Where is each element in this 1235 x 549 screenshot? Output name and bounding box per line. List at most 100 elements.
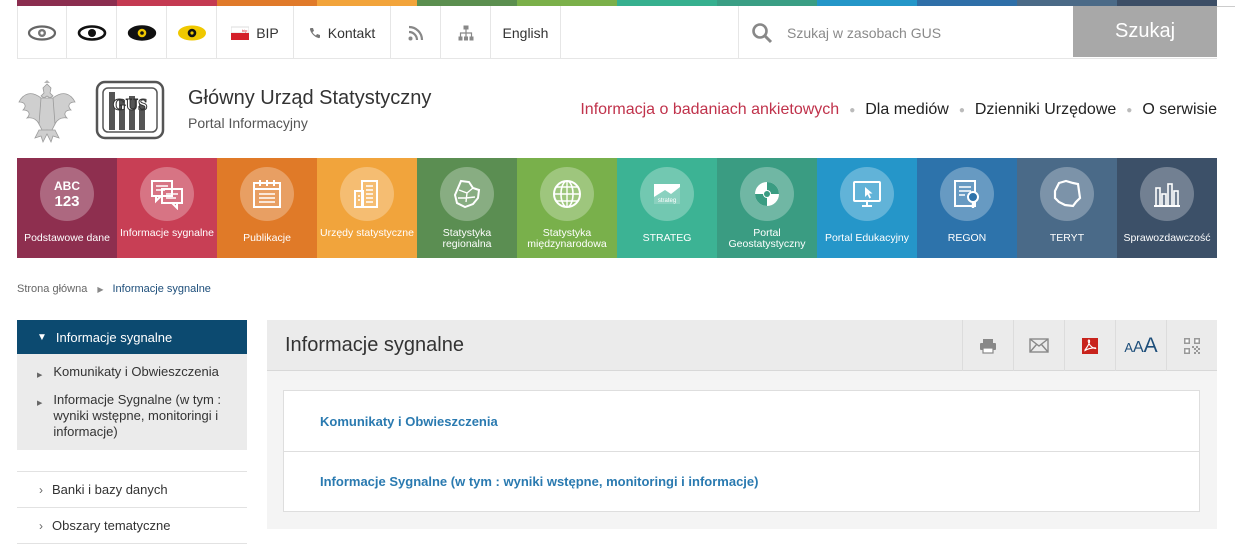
document-search-icon [940,167,994,221]
tile-statystyka-regionalna[interactable]: Statystyka regionalna [417,158,517,258]
breadcrumb-home[interactable]: Strona główna [17,283,87,295]
contrast-yellow-icon [177,25,206,40]
tile-regon[interactable]: REGON [917,158,1017,258]
sidebar-item-label: Banki i bazy danych [52,482,168,497]
tile-teryt[interactable]: TERYT [1017,158,1117,258]
rss-icon [408,25,423,40]
sidebar-subitem-label: Informacje Sygnalne (w tym : wyniki wstę… [53,392,222,439]
tile-label: STRATEG [642,232,692,244]
contrast-default-button[interactable] [17,6,67,59]
nav-about[interactable]: O serwisie [1142,101,1217,119]
contrast-black-yellow-button[interactable] [117,6,167,59]
svg-text:strateg: strateg [658,198,676,204]
globe-icon [540,167,594,221]
english-link[interactable]: English [491,6,561,59]
tile-label: Statystyka międzynarodowa [527,227,607,250]
site-subtitle: Portal Informacyjny [188,115,308,131]
tile-informacje-sygnalne[interactable]: Informacje sygnalne [117,158,217,258]
list-item-komunikaty[interactable]: Komunikaty i Obwieszczenia [284,391,1199,451]
tile-portal-edukacyjny[interactable]: Portal Edukacyjny [817,158,917,258]
tile-urzedy-statystyczne[interactable]: Urzędy statystyczne [317,158,417,258]
tile-label: Publikacje [243,232,291,244]
chevron-down-icon: ▼ [37,331,47,343]
abc-123-icon: ABC 123 [40,167,94,221]
contact-label: Kontakt [327,24,376,41]
nav-official-journals[interactable]: Dzienniki Urzędowe [975,101,1116,119]
monitor-pointer-icon [840,167,894,221]
sidebar-item-label: Obszary tematyczne [52,518,171,533]
email-button[interactable] [1013,320,1064,371]
sitemap-link[interactable] [441,6,491,59]
site-header: GUS Główny Urząd Statystyczny Portal Inf… [17,60,1217,158]
breadcrumb: Strona główna ▶ Informacje sygnalne [17,283,211,295]
bullet-arrow-icon: ▶ [37,400,43,407]
top-right-line [1217,6,1235,7]
contrast-yellow-button[interactable] [167,6,217,59]
tile-label: Urzędy statystyczne [320,227,414,239]
tile-portal-geostatystyczny[interactable]: Portal Geostatystyczny [717,158,817,258]
sitemap-icon [458,25,473,40]
sidebar-item-obszary[interactable]: › Obszary tematyczne [17,507,247,543]
font-size-icon: A A A [1124,333,1158,357]
english-label: English [502,24,549,41]
nav-separator: ● [849,104,856,116]
tile-label: REGON [947,232,987,244]
tile-podstawowe-dane[interactable]: ABC 123 Podstawowe dane [17,158,117,258]
svg-text:GUS: GUS [113,95,148,114]
phone-icon [309,27,321,39]
tile-publikacje[interactable]: Publikacje [217,158,317,258]
tile-label: Informacje sygnalne [120,227,214,239]
contrast-default-icon [27,24,57,41]
contrast-black-icon [77,24,106,41]
rss-link[interactable] [391,6,441,59]
tile-label: Statystyka regionalna [442,227,492,250]
sidebar-item-banki[interactable]: › Banki i bazy danych [17,471,247,507]
calendar-icon [240,167,294,221]
contrast-black-button[interactable] [67,6,117,59]
utility-bar: bip BIP Kontakt English Szukaj [17,6,1217,59]
bip-link[interactable]: bip BIP [217,6,294,59]
contact-link[interactable]: Kontakt [294,6,391,59]
sidebar-item-informacje-sygnalne[interactable]: ▼ Informacje sygnalne [17,320,247,354]
page-tools: A A A [962,320,1217,371]
sidebar-active-label: Informacje sygnalne [55,329,173,345]
bullet-arrow-icon: ▶ [37,372,43,379]
qr-code-button[interactable] [1166,320,1217,371]
main-header: Informacje sygnalne A A A [267,320,1217,371]
tile-label: Portal Edukacyjny [824,232,910,244]
tile-statystyka-miedzynarodowa[interactable]: Statystyka międzynarodowa [517,158,617,258]
tile-strateg[interactable]: strateg STRATEG [617,158,717,258]
tile-label: Podstawowe dane [24,232,110,244]
nav-separator: ● [958,104,965,116]
chevron-right-icon: › [39,482,43,497]
site-title[interactable]: Główny Urząd Statystyczny [188,87,431,110]
nav-survey-info[interactable]: Informacja o badaniach ankietowych [580,101,839,119]
list-item-informacje-sygnalne[interactable]: Informacje Sygnalne (w tym : wyniki wstę… [284,451,1199,511]
bip-label: BIP [256,24,279,41]
search-button[interactable]: Szukaj [1073,6,1217,57]
sidebar-submenu: ▶ Komunikaty i Obwieszczenia ▶ Informacj… [17,354,247,450]
nav-separator: ● [1126,104,1133,116]
main-content: Informacje sygnalne A A A Komunikaty i O… [267,320,1217,529]
service-tiles: ABC 123 Podstawowe dane Informacje sygnal… [17,158,1217,258]
sidebar-subitem-label: Komunikaty i Obwieszczenia [53,364,219,379]
gus-logo[interactable]: GUS [95,80,165,140]
poland-map-icon [1040,167,1094,221]
sidebar: ▼ Informacje sygnalne ▶ Komunikaty i Obw… [17,320,247,544]
pdf-button[interactable] [1064,320,1115,371]
print-button[interactable] [962,320,1013,371]
contrast-black-yellow-icon [127,24,156,41]
tile-sprawozdawczosc[interactable]: Sprawozdawczość [1117,158,1217,258]
font-size-button[interactable]: A A A [1115,320,1166,371]
polish-eagle-emblem[interactable] [17,80,77,146]
nav-media[interactable]: Dla mediów [865,101,949,119]
geo-portal-icon [740,167,794,221]
header-nav: Informacja o badaniach ankietowych ● Dla… [580,101,1217,119]
bip-icon: bip [231,25,250,41]
qr-code-icon [1184,337,1200,354]
search-input[interactable] [787,24,1057,41]
regions-map-icon [440,167,494,221]
sidebar-subitem-komunikaty[interactable]: ▶ Komunikaty i Obwieszczenia [17,360,247,388]
sidebar-subitem-informacje-sygnalne[interactable]: ▶ Informacje Sygnalne (w tym : wyniki ws… [17,388,247,444]
